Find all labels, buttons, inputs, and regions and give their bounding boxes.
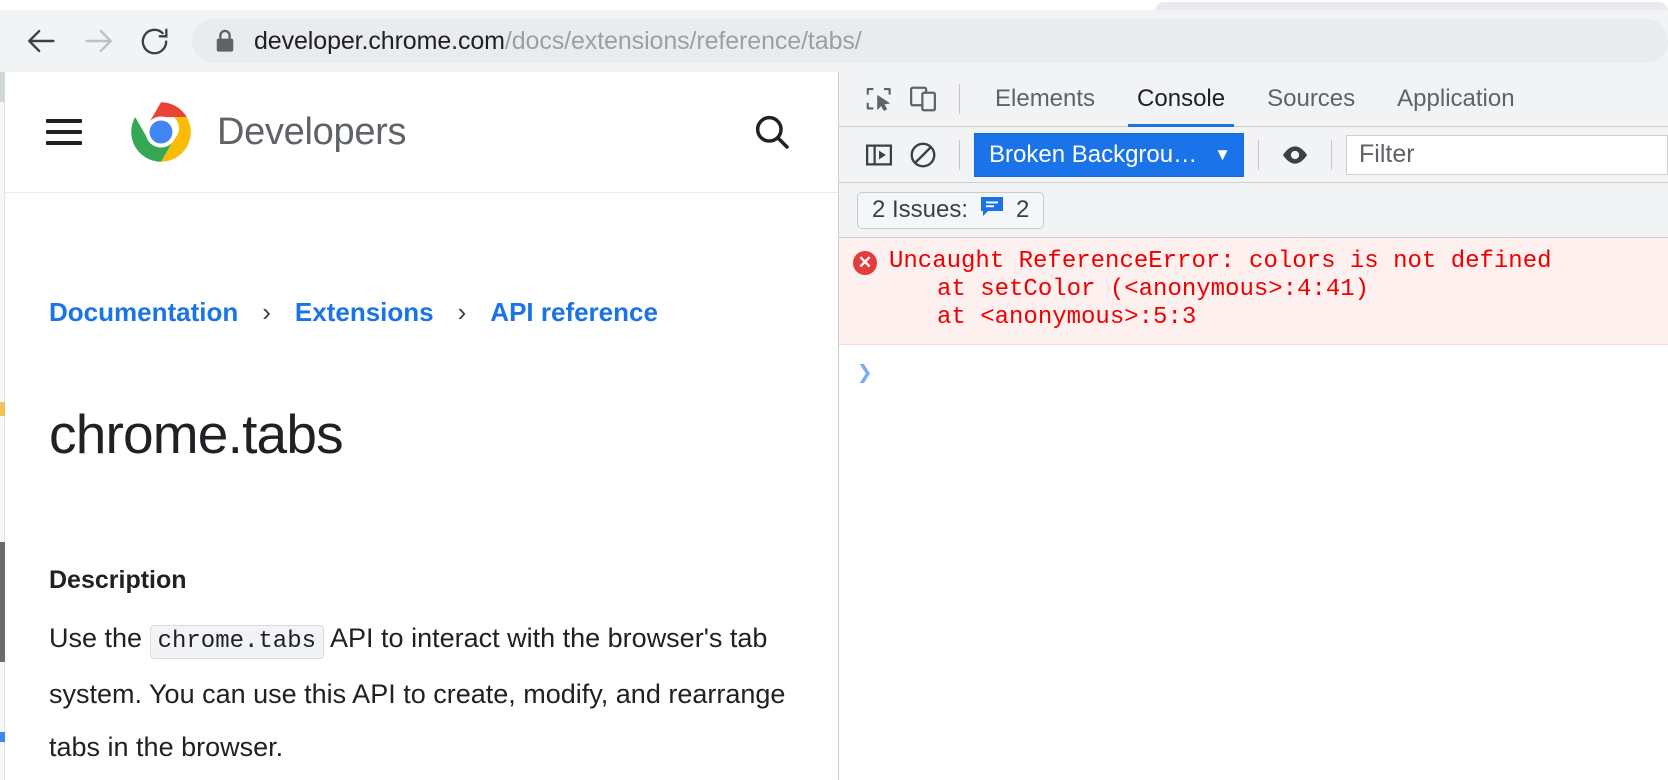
chevron-right-icon: › [457,297,467,327]
menu-icon-bar [46,119,82,123]
tab-label: Elements [995,85,1096,112]
arrow-left-icon [25,24,59,58]
menu-icon[interactable] [46,119,82,145]
page-title: chrome.tabs [49,403,344,465]
console-message-text: Uncaught ReferenceError: colors is not d… [889,248,1552,275]
browser-toolbar: developer.chrome.com/docs/extensions/ref… [0,10,1668,72]
reload-icon [138,25,171,58]
console-stack-frame[interactable]: at setColor (<anonymous>:4:41) [839,276,1668,304]
tab-label: Console [1137,85,1226,112]
toolbar-divider [959,139,960,170]
issues-chip[interactable]: 2 Issues: 2 [857,191,1045,229]
prompt-caret-icon: ❯ [857,359,873,389]
console-filter-placeholder: Filter [1359,140,1415,168]
description-text-before: Use the [49,623,143,653]
tab-label: Application [1397,85,1515,112]
console-output[interactable]: ✕ Uncaught ReferenceError: colors is not… [839,238,1668,780]
console-filter-input[interactable]: Filter [1346,134,1668,175]
brand-logo-link[interactable]: Developers [130,101,407,163]
execution-context-value: Broken Backgroun… [989,140,1205,168]
console-stack-frame[interactable]: at <anonymous>:5:3 [839,304,1668,332]
issues-badge-count: 2 [1016,196,1030,223]
reload-button[interactable] [130,17,178,65]
menu-icon-bar [46,141,82,145]
console-sidebar-icon[interactable] [857,133,901,177]
inline-code-chrome-tabs: chrome.tabs [149,625,325,659]
toolbar-divider [959,84,960,114]
tab-sources[interactable]: Sources [1246,72,1376,127]
site-header: Developers [5,72,838,193]
chrome-logo-icon [130,101,192,163]
breadcrumb-item-documentation[interactable]: Documentation [49,297,238,328]
issues-count-label: 2 Issues: [872,196,969,223]
address-bar[interactable]: developer.chrome.com/docs/extensions/ref… [192,19,1668,63]
forward-button[interactable] [74,17,122,65]
browser-tab-strip [0,0,1668,12]
lock-icon[interactable] [214,28,236,54]
menu-icon-bar [46,130,82,134]
issue-message-icon [979,195,1005,226]
tab-label: Sources [1267,85,1356,112]
clear-console-icon[interactable] [901,133,945,177]
devtools-panel: Elements Console Sources Application Bro… [838,72,1668,780]
brand-name: Developers [217,110,407,153]
device-toolbar-icon[interactable] [901,77,945,121]
page-viewport: Developers Documentation › Extensions › … [0,72,838,780]
breadcrumb: Documentation › Extensions › API referen… [49,297,658,328]
address-bar-host: developer.chrome.com [254,26,505,55]
tab-elements[interactable]: Elements [974,72,1116,127]
address-bar-path: /docs/extensions/reference/tabs/ [504,26,862,55]
section-heading-description: Description [49,566,187,594]
devtools-tabs: Elements Console Sources Application [974,72,1536,127]
console-prompt[interactable]: ❯ [839,345,1668,387]
error-icon: ✕ [853,251,877,275]
devtools-tab-bar: Elements Console Sources Application [839,72,1668,127]
description-paragraph: Use the chrome.tabs API to interact with… [49,612,809,774]
tab-console[interactable]: Console [1116,72,1246,127]
arrow-right-icon [81,24,115,58]
console-toolbar: Broken Backgroun… ▼ Filter [839,127,1668,183]
screen: developer.chrome.com/docs/extensions/ref… [0,0,1668,780]
console-message-header: ✕ Uncaught ReferenceError: colors is not… [839,248,1668,276]
back-button[interactable] [18,17,66,65]
chevron-right-icon: › [262,297,271,327]
breadcrumb-item-api-reference[interactable]: API reference [490,297,658,328]
search-icon[interactable] [750,110,794,154]
breadcrumb-item-extensions[interactable]: Extensions [295,297,434,328]
toolbar-divider [1258,139,1259,170]
issues-bar: 2 Issues: 2 [839,183,1668,238]
execution-context-selector[interactable]: Broken Backgroun… ▼ [974,132,1244,177]
tab-application[interactable]: Application [1376,72,1535,127]
console-message-error[interactable]: ✕ Uncaught ReferenceError: colors is not… [839,238,1668,345]
chevron-down-icon: ▼ [1214,144,1231,164]
page-content: Documentation › Extensions › API referen… [5,194,838,780]
inspect-element-icon[interactable] [857,77,901,121]
toolbar-divider [1331,139,1332,170]
live-expression-eye-icon[interactable] [1273,133,1317,177]
address-bar-text: developer.chrome.com/docs/extensions/ref… [254,27,862,56]
